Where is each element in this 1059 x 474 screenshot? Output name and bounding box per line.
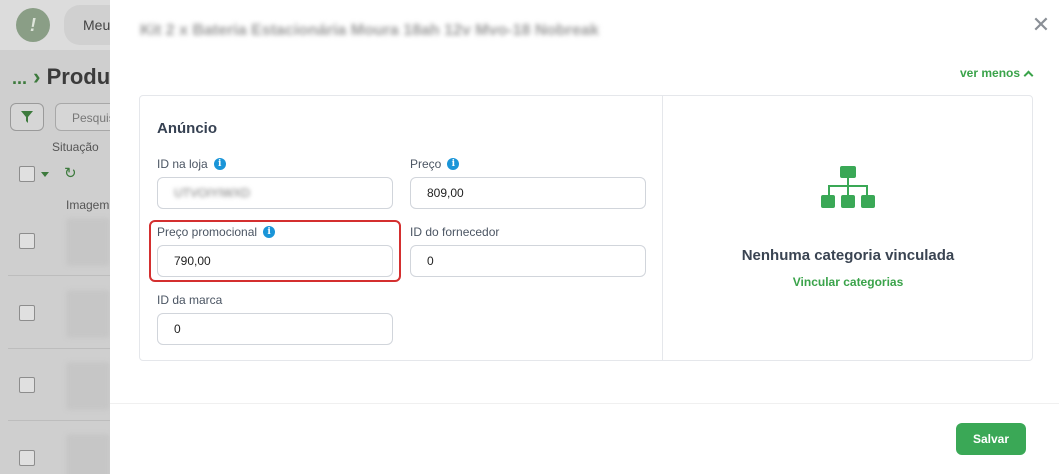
row-checkbox[interactable] [19, 377, 35, 393]
product-thumbnail [66, 434, 110, 474]
id-marca-value: 0 [174, 322, 181, 336]
product-thumbnail [66, 362, 110, 410]
preco-label-text: Preço [410, 157, 442, 171]
save-button[interactable]: Salvar [956, 423, 1026, 455]
ver-menos-label: ver menos [960, 66, 1021, 80]
product-thumbnail [66, 290, 110, 338]
preco-promocional-value: 790,00 [174, 254, 211, 268]
chevron-down-icon[interactable] [41, 172, 49, 177]
anuncio-card: Anúncio ID na loja i UTVOIYIWXD Preço i … [139, 95, 1033, 361]
ver-menos-toggle[interactable]: ver menos [960, 66, 1034, 80]
preco-promocional-label: Preço promocional i [157, 225, 276, 239]
id-fornecedor-field[interactable]: 0 [410, 245, 646, 277]
app-logo-icon: ! [16, 8, 50, 42]
imagem-column-header: Imagem [66, 198, 110, 212]
row-divider [8, 275, 110, 276]
modal-title: Kit 2 x Bateria Estacionária Moura 18ah … [140, 22, 599, 39]
id-na-loja-field[interactable]: UTVOIYIWXD [157, 177, 393, 209]
preco-promocional-field[interactable]: 790,00 [157, 245, 393, 277]
id-fornecedor-label: ID do fornecedor [410, 225, 499, 239]
id-marca-label: ID da marca [157, 293, 222, 307]
close-icon[interactable]: ✕ [1029, 14, 1053, 38]
id-na-loja-value: UTVOIYIWXD [174, 186, 251, 200]
section-title: Anúncio [157, 120, 217, 137]
id-na-loja-label-text: ID na loja [157, 157, 208, 171]
id-marca-label-text: ID da marca [157, 293, 223, 307]
chevron-right-icon: › [33, 64, 41, 89]
filter-icon [21, 111, 33, 123]
info-icon[interactable]: i [213, 158, 226, 170]
product-edit-modal: Kit 2 x Bateria Estacionária Moura 18ah … [110, 0, 1059, 474]
row-checkbox[interactable] [19, 450, 35, 466]
select-all-checkbox[interactable] [19, 166, 35, 182]
id-fornecedor-value: 0 [427, 254, 434, 268]
empty-categories-text: Nenhuma categoria vinculada [741, 247, 955, 264]
id-marca-field[interactable]: 0 [157, 313, 393, 345]
refresh-icon[interactable]: ↻ [64, 164, 77, 182]
row-divider [8, 348, 110, 349]
info-icon[interactable]: i [447, 158, 460, 170]
sitemap-icon [821, 166, 875, 208]
preco-label: Preço i [410, 157, 460, 171]
row-checkbox[interactable] [19, 233, 35, 249]
info-icon[interactable]: i [263, 226, 276, 238]
product-thumbnail [66, 218, 110, 266]
id-fornecedor-label-text: ID do fornecedor [410, 225, 500, 239]
footer-divider [110, 403, 1059, 404]
page-title: Produ [46, 64, 111, 89]
row-divider [8, 420, 110, 421]
filter-button[interactable] [10, 103, 44, 131]
preco-promocional-label-text: Preço promocional [157, 225, 258, 239]
preco-value: 809,00 [427, 186, 464, 200]
categories-empty-state: Nenhuma categoria vinculada Vincular cat… [663, 96, 1033, 360]
vincular-categorias-link[interactable]: Vincular categorias [663, 275, 1033, 289]
situacao-label: Situação [52, 140, 99, 154]
breadcrumb-dots[interactable]: ... [12, 68, 27, 88]
row-checkbox[interactable] [19, 305, 35, 321]
breadcrumb: ... › Produ [12, 64, 110, 90]
id-na-loja-label: ID na loja i [157, 157, 226, 171]
preco-field[interactable]: 809,00 [410, 177, 646, 209]
chevron-up-icon [1023, 70, 1034, 80]
